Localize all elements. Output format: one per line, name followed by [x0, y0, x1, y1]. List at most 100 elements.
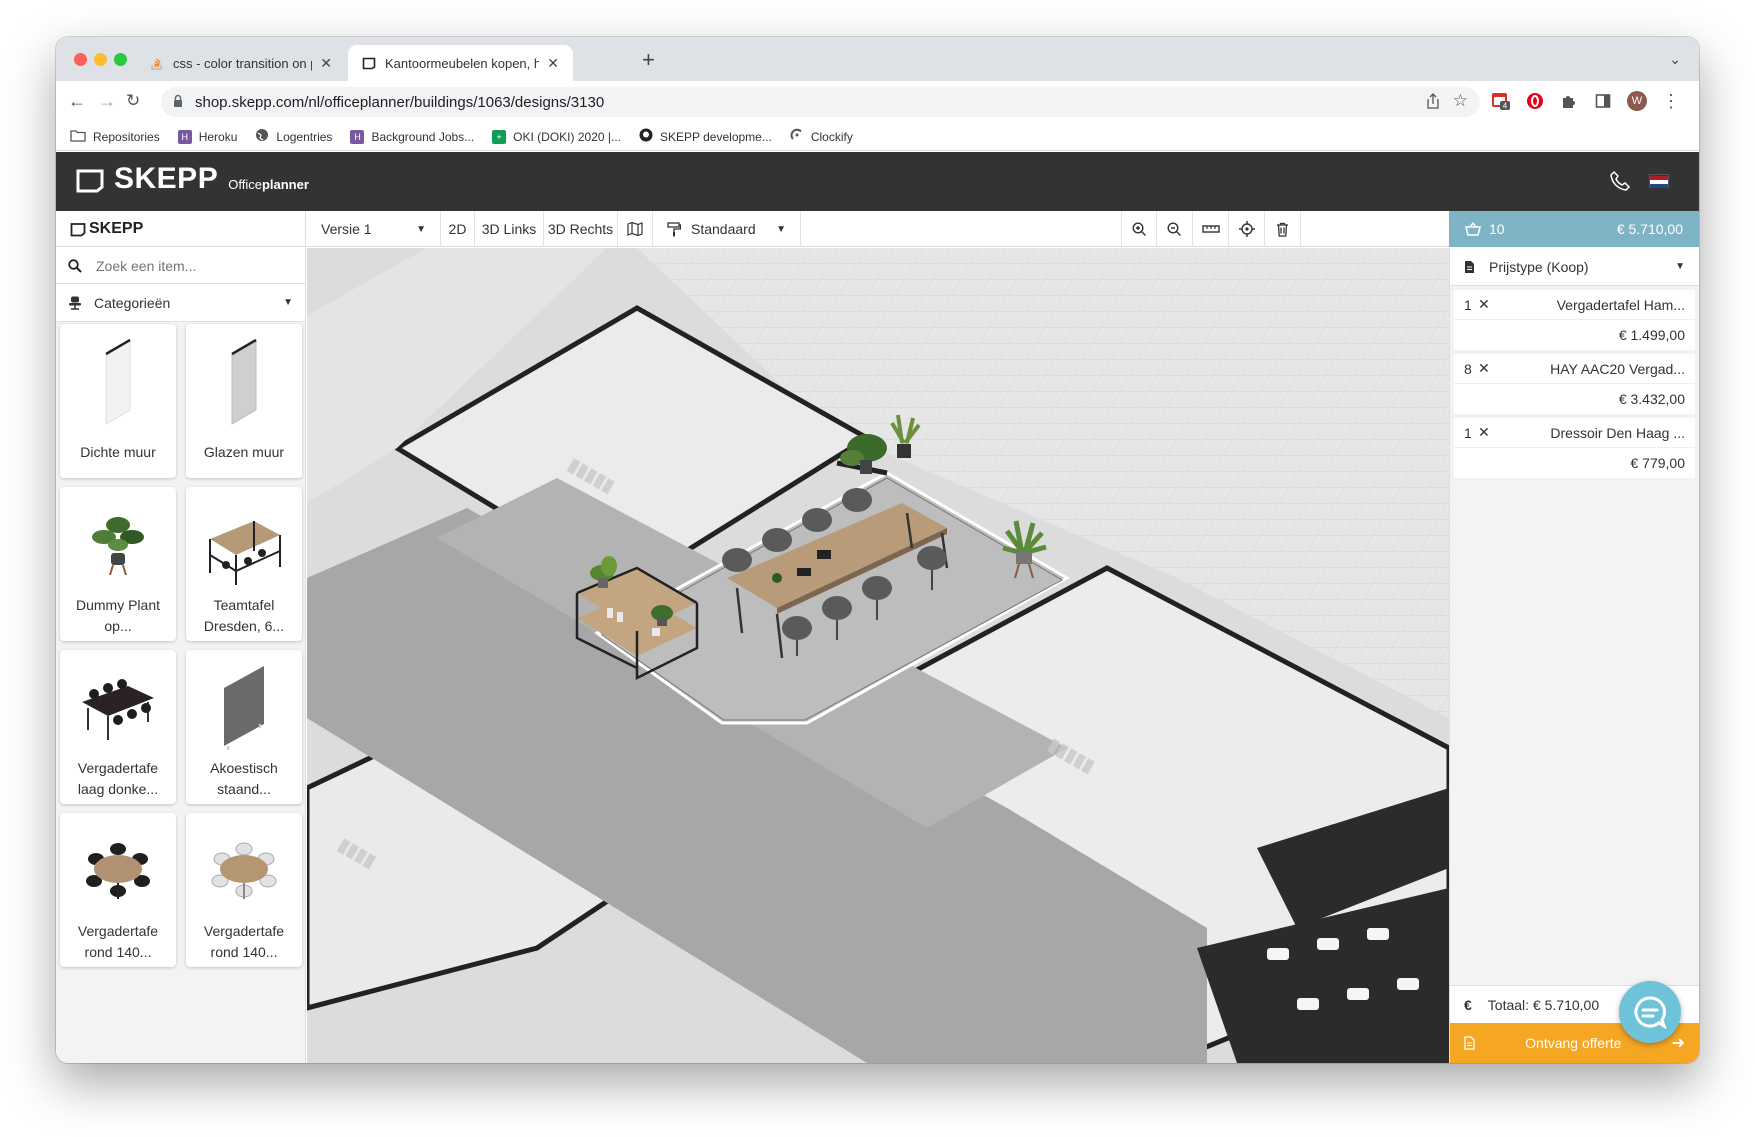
plant-icon — [92, 517, 144, 576]
bookmark-heroku[interactable]: H Heroku — [177, 129, 237, 144]
solid-wall-icon — [105, 338, 131, 425]
zoom-in-button[interactable] — [1121, 211, 1157, 247]
puzzle-extensions-icon[interactable] — [1559, 91, 1579, 111]
euro-icon: € — [1464, 996, 1472, 1013]
tab-title: Kantoormeubelen kopen, huren — [385, 55, 540, 71]
version-label: Versie 1 — [321, 221, 372, 237]
tab-stackoverflow[interactable]: css - color transition on page l ✕ — [136, 45, 346, 81]
catalog-item-dichte-muur[interactable]: Dichte muur — [60, 324, 176, 478]
catalog-item-vergadertafel-rond-1[interactable]: Vergadertafe rond 140... — [60, 813, 176, 967]
tab-search-icon[interactable]: ⌄ — [1669, 51, 1681, 68]
back-icon[interactable]: ← — [68, 91, 86, 112]
new-tab-button[interactable]: + — [642, 47, 655, 73]
tab-title: css - color transition on page l — [173, 55, 312, 71]
minimize-window-button[interactable] — [94, 53, 107, 66]
paint-roller-icon — [667, 221, 681, 236]
catalog-item-vergadertafel-laag[interactable]: Vergadertafe laag donke... — [60, 650, 176, 804]
caret-down-icon: ▼ — [283, 297, 293, 308]
url-text: shop.skepp.com/nl/officeplanner/building… — [195, 93, 605, 111]
zoom-out-button[interactable] — [1157, 211, 1193, 247]
browser-toolbar: ← → ↻ shop.skepp.com/nl/officeplanner/bu… — [56, 81, 1699, 123]
app-header: SKEPP Officeplanner — [56, 152, 1699, 211]
cart-summary[interactable]: 10 € 5.710,00 — [1449, 211, 1699, 247]
close-tab-icon[interactable]: ✕ — [547, 55, 559, 72]
line-quantity[interactable]: 1 — [1464, 425, 1478, 441]
round-table-light-chairs-icon — [211, 842, 277, 899]
clockify-icon — [790, 128, 804, 145]
search-input[interactable] — [96, 257, 276, 274]
side-panel-icon[interactable] — [1593, 91, 1613, 111]
trash-icon — [1277, 222, 1288, 237]
skepp-logo[interactable]: SKEPP Officeplanner — [76, 164, 309, 194]
catalog-item-akoestisch[interactable]: Akoestisch staand... — [186, 650, 302, 804]
bookmark-logentries[interactable]: Logentries — [255, 128, 332, 145]
panel-logo-text: SKEPP — [89, 220, 144, 237]
version-select[interactable]: Versie 1 ▼ — [307, 211, 441, 247]
center-button[interactable] — [1229, 211, 1265, 247]
share-icon[interactable] — [1426, 93, 1440, 113]
tab-skepp[interactable]: Kantoormeubelen kopen, huren ✕ — [348, 45, 573, 81]
price-type-label: Prijstype (Koop) — [1489, 258, 1589, 275]
browser-menu-icon[interactable]: ⋮ — [1661, 91, 1681, 111]
view-2d-button[interactable]: 2D — [441, 211, 475, 247]
bookmark-background-jobs[interactable]: H Background Jobs... — [350, 129, 474, 144]
phone-icon[interactable] — [1609, 170, 1631, 197]
logo-subtitle: Officeplanner — [228, 177, 309, 192]
catalog-item-glazen-muur[interactable]: Glazen muur — [186, 324, 302, 478]
line-quantity[interactable]: 8 — [1464, 361, 1478, 377]
floorplan-3d-canvas[interactable]: ▮▮▮▮▮ ▮▮▮▮▮ ▮▮▮▮ — [307, 248, 1449, 1063]
catalog-item-vergadertafel-rond-2[interactable]: Vergadertafe rond 140... — [186, 813, 302, 967]
view-3d-right-button[interactable]: 3D Rechts — [544, 211, 618, 247]
dutch-flag-icon[interactable] — [1649, 174, 1669, 188]
skepp-small-icon — [70, 222, 86, 236]
maximize-window-button[interactable] — [114, 53, 127, 66]
bookmark-oki[interactable]: + OKI (DOKI) 2020 |... — [492, 129, 621, 144]
crosshair-icon — [1238, 221, 1255, 237]
quote-line: 1 ✕ Dressoir Den Haag ... € 779,00 — [1454, 418, 1695, 478]
bookmark-clockify[interactable]: Clockify — [790, 128, 853, 145]
style-label: Standaard — [691, 221, 756, 237]
reload-icon[interactable]: ↻ — [126, 91, 140, 111]
price-type-select[interactable]: Prijstype (Koop) ▼ — [1450, 248, 1699, 286]
address-bar[interactable]: shop.skepp.com/nl/officeplanner/building… — [161, 87, 1480, 117]
categories-dropdown[interactable]: Categorieën ▼ — [56, 284, 305, 322]
line-quantity[interactable]: 1 — [1464, 297, 1478, 313]
map-button[interactable] — [618, 211, 653, 247]
round-table-dark-chairs-icon — [86, 843, 150, 899]
delete-button[interactable] — [1265, 211, 1301, 247]
remove-icon[interactable]: ✕ — [1478, 424, 1498, 441]
measure-button[interactable] — [1193, 211, 1229, 247]
bookmark-star-icon[interactable]: ☆ — [1453, 91, 1468, 111]
chair-icon — [69, 296, 81, 310]
calendar-extension-icon[interactable]: 4 — [1491, 91, 1511, 111]
catalog-item-dummy-plant[interactable]: Dummy Plant op... — [60, 487, 176, 641]
subtitle-office: Office — [228, 177, 262, 192]
catalog-panel: Categorieën ▼ Dichte muur Glazen muur Du… — [56, 248, 306, 1063]
close-window-button[interactable] — [74, 53, 87, 66]
catalog-item-teamtafel[interactable]: Teamtafel Dresden, 6... — [186, 487, 302, 641]
bookmark-repositories[interactable]: Repositories — [70, 129, 160, 145]
categories-label: Categorieën — [94, 294, 171, 311]
close-tab-icon[interactable]: ✕ — [320, 55, 332, 72]
remove-icon[interactable]: ✕ — [1478, 360, 1498, 377]
catalog-item-name: Dichte muur — [80, 444, 156, 460]
line-price: € 3.432,00 — [1618, 391, 1685, 407]
remove-icon[interactable]: ✕ — [1478, 296, 1498, 313]
bookmark-skepp-development[interactable]: SKEPP developme... — [639, 128, 772, 145]
folder-icon — [70, 129, 86, 145]
forward-icon[interactable]: → — [98, 91, 116, 112]
chat-button[interactable] — [1619, 981, 1681, 1043]
view-3d-left-button[interactable]: 3D Links — [475, 211, 544, 247]
bookmark-label: Logentries — [276, 129, 333, 144]
total-label: Totaal: € 5.710,00 — [1487, 996, 1600, 1013]
skepp-logo-icon — [76, 169, 104, 193]
heroku-icon: H — [350, 129, 365, 144]
svg-text:4: 4 — [1503, 102, 1508, 111]
view-3d-left-label: 3D Links — [481, 221, 537, 237]
caret-down-icon: ▼ — [416, 223, 426, 235]
acoustic-panel-icon — [224, 666, 264, 750]
style-select[interactable]: Standaard ▼ — [653, 211, 801, 247]
adblock-extension-icon[interactable] — [1525, 91, 1545, 111]
profile-avatar[interactable]: W — [1627, 91, 1647, 111]
glass-wall-icon — [231, 338, 257, 425]
